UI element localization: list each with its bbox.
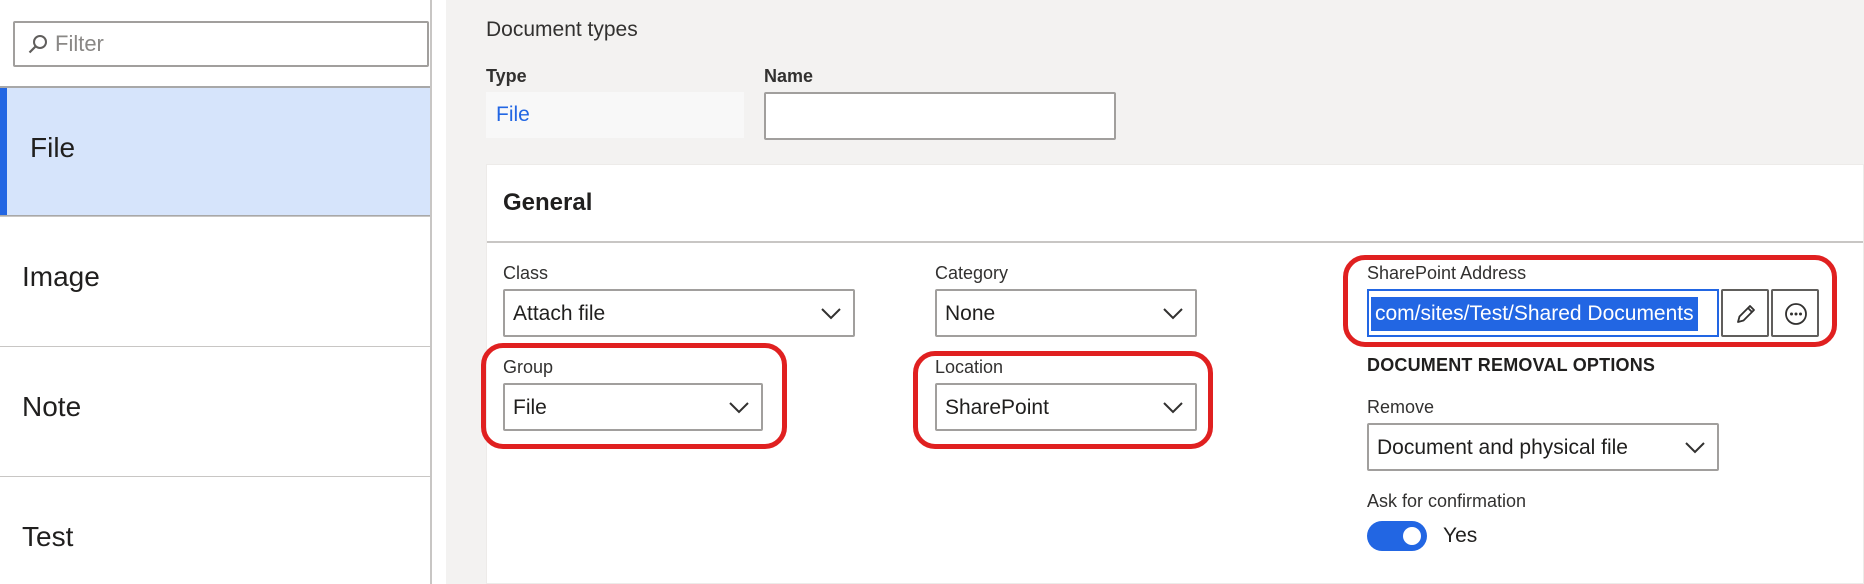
pencil-icon: [1737, 305, 1755, 323]
group-select[interactable]: File: [503, 383, 763, 431]
remove-label: Remove: [1367, 397, 1435, 417]
sharepoint-address-input[interactable]: com/sites/Test/Shared Documents: [1367, 289, 1719, 337]
nav-item-label: Test: [22, 521, 74, 552]
confirm-toggle[interactable]: [1367, 521, 1427, 551]
nav-list: File Image Note Test: [0, 86, 430, 584]
chevron-down-icon: [727, 397, 751, 417]
remove-value: Document and physical file: [1377, 436, 1628, 459]
toggle-knob: [1403, 527, 1421, 545]
group-value: File: [513, 396, 547, 419]
nav-item-file[interactable]: File: [0, 86, 430, 216]
nav-item-test[interactable]: Test: [0, 476, 430, 584]
category-label: Category: [935, 263, 1009, 283]
filter-input[interactable]: [55, 27, 415, 61]
chevron-down-icon: [1683, 437, 1707, 457]
location-label: Location: [935, 357, 1004, 377]
confirm-toggle-text: Yes: [1443, 524, 1478, 547]
name-label: Name: [764, 66, 814, 86]
chevron-down-icon: [1161, 303, 1185, 323]
nav-item-label: Image: [22, 261, 100, 292]
more-icon: [1785, 303, 1807, 325]
type-value: File: [496, 103, 530, 126]
sharepoint-label: SharePoint Address: [1367, 263, 1527, 283]
remove-select[interactable]: Document and physical file: [1367, 423, 1719, 471]
general-title: General: [503, 189, 593, 216]
chevron-down-icon: [1161, 397, 1185, 417]
location-select[interactable]: SharePoint: [935, 383, 1197, 431]
name-input[interactable]: [764, 92, 1116, 140]
class-label: Class: [503, 263, 549, 283]
general-header[interactable]: General: [487, 165, 1863, 243]
nav-item-label: Note: [22, 391, 82, 422]
page-title: Document types: [486, 18, 638, 41]
class-select[interactable]: Attach file: [503, 289, 855, 337]
nav-item-note[interactable]: Note: [0, 346, 430, 476]
nav-item-label: File: [30, 132, 76, 163]
group-label: Group: [503, 357, 554, 377]
confirm-label: Ask for confirmation: [1367, 491, 1527, 511]
sharepoint-address-value: com/sites/Test/Shared Documents: [1371, 297, 1698, 331]
edit-button[interactable]: [1721, 289, 1769, 337]
filter-box[interactable]: [13, 21, 429, 67]
type-field: File: [486, 92, 744, 138]
removal-options-heading: DOCUMENT REMOVAL OPTIONS: [1367, 355, 1656, 375]
location-value: SharePoint: [945, 396, 1049, 419]
search-icon: [27, 33, 49, 55]
category-select[interactable]: None: [935, 289, 1197, 337]
left-panel: File Image Note Test: [0, 0, 432, 584]
chevron-down-icon: [819, 303, 843, 323]
details-pane: Document types Type File Name General Cl…: [446, 0, 1864, 584]
general-card: General Class Attach file Category None …: [481, 164, 1864, 584]
more-options-button[interactable]: [1771, 289, 1819, 337]
category-value: None: [945, 302, 996, 325]
nav-item-image[interactable]: Image: [0, 216, 430, 346]
type-label: Type: [486, 66, 527, 86]
class-value: Attach file: [513, 302, 606, 325]
